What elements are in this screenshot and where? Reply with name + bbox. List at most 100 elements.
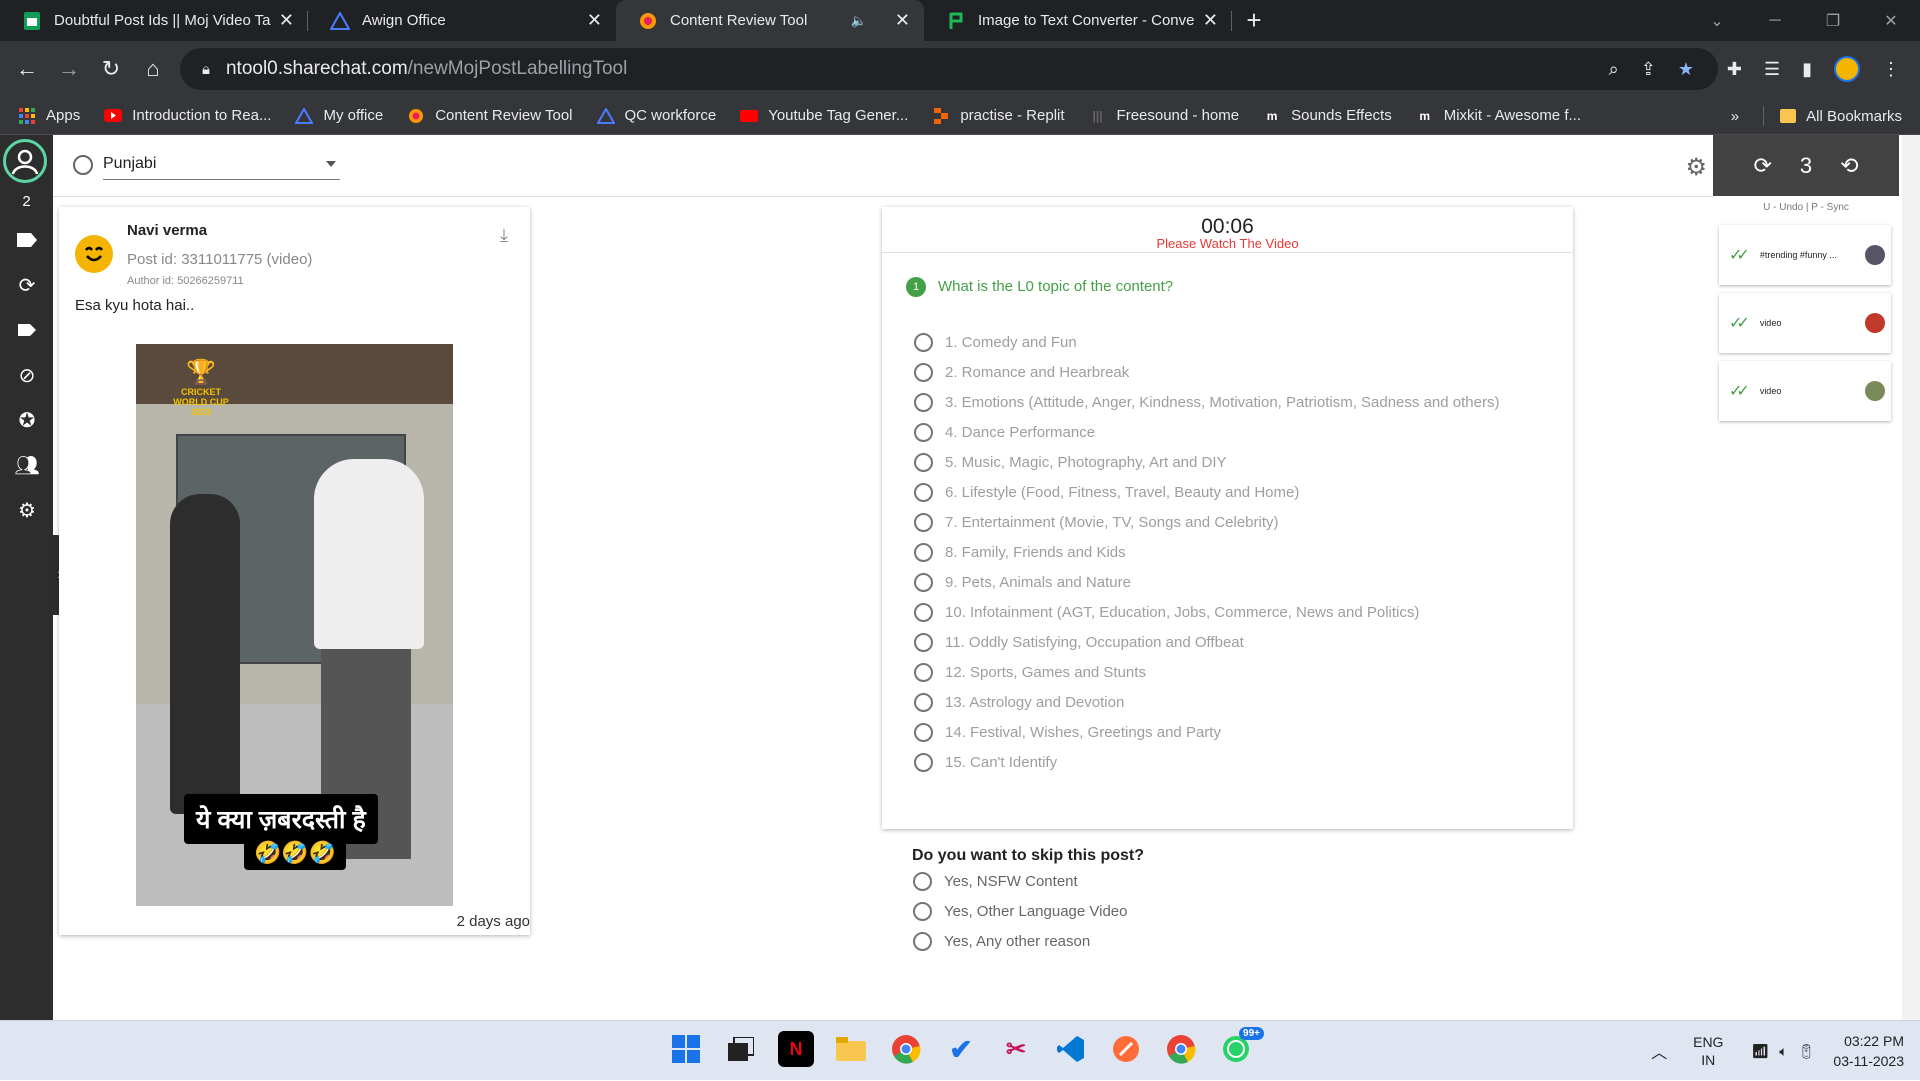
radio-button[interactable] xyxy=(914,603,933,622)
radio-button[interactable] xyxy=(914,693,933,712)
profile-avatar[interactable] xyxy=(1834,56,1860,82)
radio-button[interactable] xyxy=(914,363,933,382)
bookmark-star-icon[interactable]: ★ xyxy=(1678,59,1694,80)
radio-button[interactable] xyxy=(914,633,933,652)
topic-option[interactable]: 10. Infotainment (AGT, Education, Jobs, … xyxy=(914,603,1419,622)
tab-close-icon[interactable]: ✕ xyxy=(279,10,294,31)
radio-button[interactable] xyxy=(913,872,932,891)
video-player[interactable]: 🏆 CRICKET WORLD CUP 2023 ये क्या ज़बरदस्त… xyxy=(136,344,453,906)
chevron-up-icon[interactable]: ︿ xyxy=(1651,1039,1667,1063)
speaker-icon[interactable]: 🔈 xyxy=(851,13,867,29)
radio-button[interactable] xyxy=(914,453,933,472)
home-icon[interactable]: ⌂ xyxy=(132,56,174,82)
bookmark-sounds-effects[interactable]: m Sounds Effects xyxy=(1263,107,1392,124)
radio-button[interactable] xyxy=(914,573,933,592)
tab-close-icon[interactable]: ✕ xyxy=(587,10,602,31)
tab-doubtful-post-ids[interactable]: Doubtful Post Ids || Moj Video Ta ✕ xyxy=(0,0,308,41)
bookmark-my-office[interactable]: My office xyxy=(295,107,383,124)
bookmark-youtube-tag[interactable]: Youtube Tag Gener... xyxy=(740,107,908,124)
radio-button[interactable] xyxy=(914,483,933,502)
new-tab-button[interactable]: + xyxy=(1232,0,1276,41)
topic-option[interactable]: 7. Entertainment (Movie, TV, Songs and C… xyxy=(914,513,1279,532)
topic-option[interactable]: 4. Dance Performance xyxy=(914,423,1095,442)
skip-option[interactable]: Yes, Other Language Video xyxy=(913,902,1128,921)
input-language[interactable]: ENG IN xyxy=(1693,1033,1723,1069)
maximize-icon[interactable]: ❐ xyxy=(1804,11,1862,31)
user-profile-icon[interactable] xyxy=(3,139,47,183)
close-window-icon[interactable]: ✕ xyxy=(1862,11,1920,31)
no-entry-icon[interactable]: ⊘ xyxy=(14,362,40,388)
topic-option[interactable]: 12. Sports, Games and Stunts xyxy=(914,663,1146,682)
volume-icon[interactable]: 🔈︎ xyxy=(1779,1043,1787,1060)
refresh-icon[interactable]: ⟳ xyxy=(14,272,40,298)
settings-icon[interactable]: ⚙ xyxy=(14,497,40,523)
chrome-icon[interactable] xyxy=(888,1031,924,1067)
battery-icon[interactable]: 🔋︎ xyxy=(1798,1043,1816,1060)
windows-start-icon[interactable] xyxy=(668,1031,704,1067)
topic-option[interactable]: 15. Can't Identify xyxy=(914,753,1057,772)
radio-button[interactable] xyxy=(914,723,933,742)
radio-button[interactable] xyxy=(914,333,933,352)
tab-close-icon[interactable]: ✕ xyxy=(1203,10,1218,31)
tag-icon[interactable] xyxy=(14,317,40,343)
topic-option[interactable]: 11. Oddly Satisfying, Occupation and Off… xyxy=(914,633,1244,652)
radio-button[interactable] xyxy=(914,663,933,682)
bookmark-introduction[interactable]: Introduction to Rea... xyxy=(104,107,271,124)
bookmark-mixkit[interactable]: m Mixkit - Awesome f... xyxy=(1416,107,1581,124)
bookmark-apps[interactable]: Apps xyxy=(18,107,80,124)
topic-option[interactable]: 8. Family, Friends and Kids xyxy=(914,543,1126,562)
omnibox[interactable]: 🔒︎ ntool0.sharechat.com/newMojPostLabell… xyxy=(180,48,1718,90)
radio-button[interactable] xyxy=(914,423,933,442)
topic-option[interactable]: 1. Comedy and Fun xyxy=(914,333,1077,352)
clock[interactable]: 03:22 PM 03-11-2023 xyxy=(1833,1031,1904,1071)
skip-option[interactable]: Yes, NSFW Content xyxy=(913,872,1078,891)
tab-awign-office[interactable]: Awign Office ✕ xyxy=(308,0,616,41)
topic-option[interactable]: 9. Pets, Animals and Nature xyxy=(914,573,1131,592)
chrome-profile-icon[interactable] xyxy=(1163,1031,1199,1067)
radio-button[interactable] xyxy=(914,513,933,532)
share-icon[interactable]: ⇪ xyxy=(1641,59,1656,80)
back-icon[interactable]: ← xyxy=(6,56,48,82)
bookmarks-overflow-button[interactable]: » xyxy=(1731,108,1739,125)
snipping-tool-icon[interactable]: ✂ xyxy=(998,1031,1034,1067)
skip-option[interactable]: Yes, Any other reason xyxy=(913,932,1090,951)
bookmark-replit[interactable]: practise - Replit xyxy=(932,107,1065,124)
wifi-icon[interactable]: 📶︎ xyxy=(1751,1043,1769,1060)
chrome-menu-icon[interactable]: ⋮ xyxy=(1882,59,1900,80)
forward-icon[interactable]: → xyxy=(48,56,90,82)
download-icon[interactable]: ⤓ xyxy=(500,225,508,246)
minimize-icon[interactable]: ─ xyxy=(1746,12,1804,30)
tab-close-icon[interactable]: ✕ xyxy=(895,10,910,31)
all-bookmarks-button[interactable]: All Bookmarks xyxy=(1806,108,1902,125)
whatsapp-icon[interactable]: 99+ xyxy=(1218,1027,1264,1067)
history-item[interactable]: ✓✓ video xyxy=(1719,361,1891,421)
extensions-puzzle-icon[interactable]: ✚ xyxy=(1727,59,1742,80)
radio-button[interactable] xyxy=(914,393,933,412)
topic-option[interactable]: 3. Emotions (Attitude, Anger, Kindness, … xyxy=(914,393,1499,412)
todo-icon[interactable]: ✔ xyxy=(943,1031,979,1067)
undo-icon[interactable]: ⟲ xyxy=(1840,153,1858,179)
language-select[interactable]: Punjabi xyxy=(103,149,340,180)
reload-icon[interactable]: ↻ xyxy=(90,56,132,82)
bookmark-freesound[interactable]: ||| Freesound - home xyxy=(1089,107,1239,124)
radio-button[interactable] xyxy=(913,902,932,921)
topic-option[interactable]: 5. Music, Magic, Photography, Art and DI… xyxy=(914,453,1227,472)
people-icon[interactable]: 👥︎ xyxy=(14,452,40,478)
postman-icon[interactable] xyxy=(1108,1031,1144,1067)
page-scrollbar[interactable] xyxy=(1902,135,1920,1020)
bookmark-content-review[interactable]: Content Review Tool xyxy=(407,107,573,124)
side-panel-icon[interactable]: ▮ xyxy=(1802,59,1812,80)
tab-content-review-tool[interactable]: Content Review Tool 🔈 ✕ xyxy=(616,0,924,41)
radio-button[interactable] xyxy=(913,932,932,951)
vscode-icon[interactable] xyxy=(1053,1031,1089,1067)
netflix-icon[interactable]: N xyxy=(778,1031,814,1067)
site-info-icon[interactable]: 🔒︎ xyxy=(202,61,210,78)
label-icon[interactable] xyxy=(14,227,40,253)
sync-icon[interactable]: ⟳ xyxy=(1753,153,1771,179)
zoom-icon[interactable]: ⌕ xyxy=(1609,59,1619,80)
radio-button[interactable] xyxy=(914,753,933,772)
radio-button[interactable] xyxy=(914,543,933,562)
star-icon[interactable]: ✪ xyxy=(14,407,40,433)
tab-image-to-text[interactable]: Image to Text Converter - Conve ✕ xyxy=(924,0,1232,41)
task-view-icon[interactable] xyxy=(723,1031,759,1067)
